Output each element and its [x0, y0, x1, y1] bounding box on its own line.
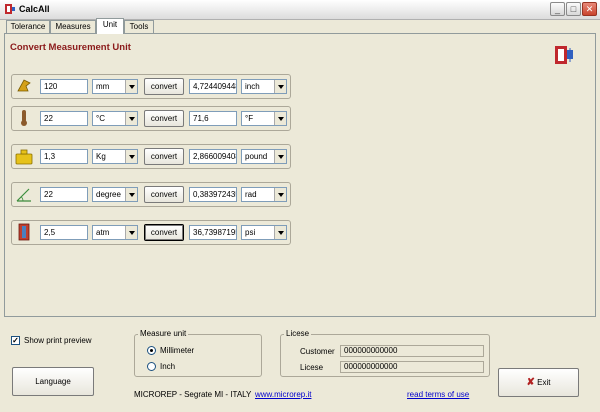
license-label: Licese	[300, 363, 324, 372]
value-input-weight[interactable]: 1,3	[40, 149, 88, 164]
app-logo-icon	[5, 4, 15, 14]
page-title: Convert Measurement Unit	[10, 42, 131, 53]
convert-button-temperature[interactable]: convert	[144, 110, 184, 127]
exit-button[interactable]: ✘ Exit	[498, 368, 579, 397]
millimeter-label: Millimeter	[160, 346, 195, 355]
tab-tools[interactable]: Tools	[124, 20, 154, 34]
to-unit-select-temperature[interactable]: °F	[241, 111, 287, 126]
terms-of-use-link[interactable]: read terms of use	[407, 390, 469, 399]
to-unit-select-length[interactable]: inch	[241, 79, 287, 94]
microrep-logo-icon	[555, 46, 573, 64]
value-input-temperature[interactable]: 22	[40, 111, 88, 126]
tab-measures[interactable]: Measures	[50, 20, 96, 34]
millimeter-radio[interactable]	[147, 346, 156, 355]
value-input-pressure[interactable]: 2,5	[40, 225, 88, 240]
from-unit-select-length[interactable]: mm	[92, 79, 138, 94]
to-unit-select-weight[interactable]: pound	[241, 149, 287, 164]
to-unit-select-angle[interactable]: rad	[241, 187, 287, 202]
window-titlebar: CalcAll _ □ ✕	[0, 0, 600, 20]
measure-unit-group-title: Measure unit	[138, 329, 189, 338]
length-caliper-icon	[17, 79, 31, 92]
from-unit-select-angle[interactable]: degree	[92, 187, 138, 202]
minimize-button[interactable]: _	[550, 2, 565, 16]
maximize-button[interactable]: □	[566, 2, 581, 16]
convert-button-weight[interactable]: convert	[144, 148, 184, 165]
window-title: CalcAll	[19, 4, 50, 14]
exit-label: Exit	[537, 378, 551, 387]
license-group-title: Licese	[284, 329, 312, 338]
result-field-pressure[interactable]: 36,73987195	[189, 225, 237, 240]
exit-icon: ✘	[526, 377, 535, 388]
language-button[interactable]: Language	[12, 367, 94, 396]
angle-icon	[16, 188, 31, 202]
result-field-temperature[interactable]: 71,6	[189, 111, 237, 126]
inch-radio[interactable]	[147, 362, 156, 371]
convert-button-angle[interactable]: convert	[144, 186, 184, 203]
from-unit-select-temperature[interactable]: °C	[92, 111, 138, 126]
show-print-preview-checkbox[interactable]: ✓	[11, 336, 20, 345]
company-text: MICROREP - Segrate MI - ITALY	[134, 390, 252, 399]
result-field-weight[interactable]: 2,8660094085	[189, 149, 237, 164]
weight-icon	[15, 149, 33, 165]
pressure-gauge-icon	[18, 223, 30, 241]
convert-button-pressure[interactable]: convert	[144, 224, 184, 241]
to-unit-select-pressure[interactable]: psi	[241, 225, 287, 240]
show-print-preview-label: Show print preview	[24, 336, 92, 345]
tab-unit[interactable]: Unit	[96, 18, 124, 34]
from-unit-select-weight[interactable]: Kg	[92, 149, 138, 164]
license-field[interactable]: 000000000000	[340, 361, 484, 373]
website-link[interactable]: www.microrep.it	[255, 390, 311, 399]
close-button[interactable]: ✕	[582, 2, 597, 16]
tab-tolerance[interactable]: Tolerance	[6, 20, 50, 34]
from-unit-select-pressure[interactable]: atm	[92, 225, 138, 240]
customer-field[interactable]: 000000000000	[340, 345, 484, 357]
value-input-angle[interactable]: 22	[40, 187, 88, 202]
result-field-angle[interactable]: 0,3839724354	[189, 187, 237, 202]
thermometer-icon	[21, 110, 27, 126]
result-field-length[interactable]: 4,7244094488	[189, 79, 237, 94]
convert-button-length[interactable]: convert	[144, 78, 184, 95]
customer-label: Customer	[300, 347, 335, 356]
inch-label: Inch	[160, 362, 176, 371]
value-input-length[interactable]: 120	[40, 79, 88, 94]
